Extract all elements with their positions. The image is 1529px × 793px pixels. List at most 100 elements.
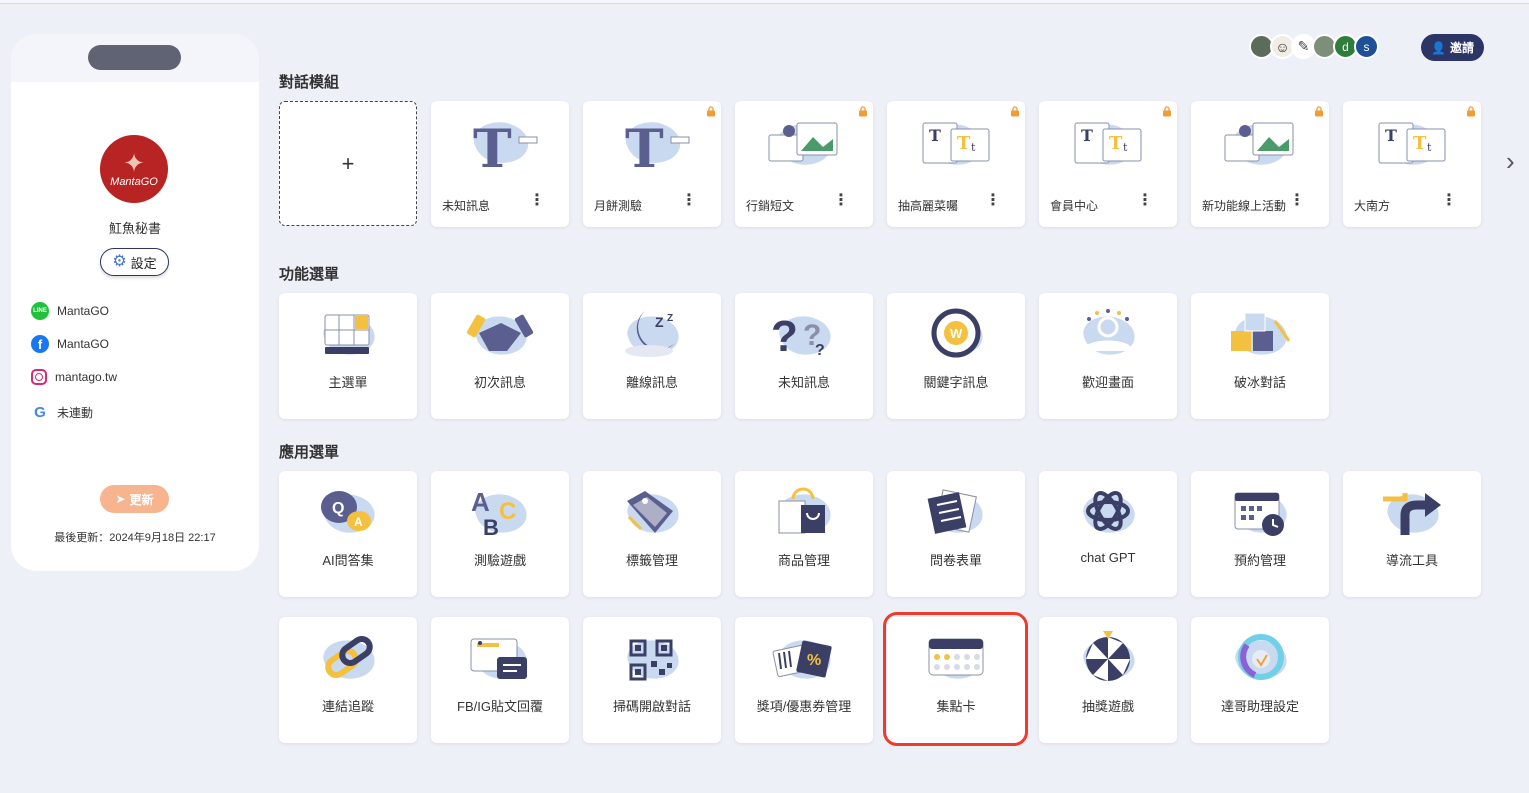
module-card[interactable]: T T t 會員中心 ⋮ [1039, 101, 1177, 227]
card-label: 歡迎畫面 [1081, 375, 1134, 390]
prize-wheel-icon [1083, 631, 1135, 681]
avatar-initial: d [1342, 39, 1349, 54]
social-label: 未連動 [57, 405, 94, 420]
more-options-icon[interactable]: ⋮ [985, 193, 1001, 209]
last-update-text: 最後更新：2024年9月18日 22:17 [54, 532, 216, 544]
invite-button[interactable]: 👤 邀請 [1421, 34, 1484, 61]
app-card-tag-management[interactable]: 標籤管理 [583, 471, 721, 597]
app-card-survey-form[interactable]: 問卷表單 [887, 471, 1025, 597]
function-card-offline-message[interactable]: Z Z 離線訊息 [583, 293, 721, 419]
phone-notch [88, 45, 181, 70]
social-instagram[interactable]: mantago.tw [31, 369, 117, 385]
section-title-app-menu: 應用選單 [279, 444, 340, 461]
add-user-icon: 👤 [1431, 40, 1446, 55]
card-label: 獎項/優惠券管理 [756, 699, 852, 714]
function-card-icebreaker[interactable]: 破冰對話 [1191, 293, 1329, 419]
shopping-bag-icon [778, 487, 831, 534]
function-card-unknown-message[interactable]: ? ? ? 未知訊息 [735, 293, 873, 419]
social-google[interactable]: G 未連動 [31, 403, 93, 421]
app-card-ai-qa[interactable]: Q A AI問答集 [279, 471, 417, 597]
app-card-qr-code-chat[interactable]: 掃碼開啟對話 [583, 617, 721, 743]
app-card-coupon-management[interactable]: % 獎項/優惠券管理 [735, 617, 873, 743]
settings-button[interactable]: ⚙ 設定 [100, 248, 169, 276]
keyword-icon: W [931, 308, 983, 358]
svg-text:T: T [1109, 133, 1123, 154]
app-card-reservation[interactable]: 預約管理 [1191, 471, 1329, 597]
selection-highlight [883, 612, 1028, 746]
function-card-first-message[interactable]: 初次訊息 [431, 293, 569, 419]
line-icon: LINE [31, 302, 49, 320]
more-options-icon[interactable]: ⋮ [681, 193, 697, 209]
more-options-icon[interactable]: ⋮ [1441, 193, 1457, 209]
welcome-icon [1083, 309, 1135, 355]
app-card-post-reply[interactable]: FB/IG貼文回覆 [431, 617, 569, 743]
svg-text:T: T [1385, 126, 1397, 145]
big-t-icon: T [473, 119, 538, 180]
app-card-lottery-game[interactable]: 抽獎遊戲 [1039, 617, 1177, 743]
social-line[interactable]: LINE MantaGO [31, 302, 109, 320]
svg-text:T: T [1413, 133, 1427, 154]
card-label: 掃碼開啟對話 [612, 699, 691, 714]
svg-text:T: T [625, 119, 664, 180]
avatar[interactable]: s [1354, 34, 1379, 59]
question-icon: ? ? ? [771, 312, 831, 361]
social-label: MantaGO [57, 304, 110, 318]
svg-text:Z: Z [667, 313, 673, 324]
chevron-right-icon[interactable]: › [1506, 148, 1526, 174]
card-label: 破冰對話 [1233, 375, 1286, 390]
svg-text:t: t [1427, 141, 1432, 154]
section-title-dialog-modules: 對話模組 [279, 74, 340, 91]
card-label: 初次訊息 [473, 375, 526, 390]
more-options-icon[interactable]: ⋮ [529, 193, 545, 209]
app-card-product-management[interactable]: 商品管理 [735, 471, 873, 597]
update-button[interactable]: ➤ 更新 [100, 485, 169, 513]
svg-text:T: T [1081, 126, 1093, 145]
module-card[interactable]: 行銷短文 ⋮ [735, 101, 873, 227]
svg-text:?: ? [815, 342, 825, 359]
card-label: 未知訊息 [777, 375, 830, 390]
app-card-assistant-settings[interactable]: 達哥助理設定 [1191, 617, 1329, 743]
svg-text:A: A [471, 487, 490, 517]
plus-icon: + [341, 150, 355, 176]
social-label: mantago.tw [55, 370, 118, 384]
social-facebook[interactable]: f MantaGO [31, 335, 109, 353]
card-label: 主選單 [328, 375, 368, 390]
app-card-quiz-game[interactable]: A B C 測驗遊戲 [431, 471, 569, 597]
post-reply-icon [470, 638, 527, 679]
card-label: 離線訊息 [625, 375, 678, 390]
more-options-icon[interactable]: ⋮ [1137, 193, 1153, 209]
svg-text:Q: Q [332, 500, 344, 517]
handshake-icon [466, 314, 534, 355]
app-card-redirect-tool[interactable]: 導流工具 [1343, 471, 1481, 597]
app-card-chat-gpt[interactable]: chat GPT [1039, 471, 1177, 597]
module-card[interactable]: T T t 大南方 ⋮ [1343, 101, 1481, 227]
more-options-icon[interactable]: ⋮ [1289, 193, 1305, 209]
function-card-welcome-screen[interactable]: 歡迎畫面 [1039, 293, 1177, 419]
svg-text:T: T [957, 133, 971, 154]
qr-code-icon [627, 639, 679, 681]
coupon-icon: % [772, 640, 832, 679]
module-card[interactable]: 新功能線上活動 ⋮ [1191, 101, 1329, 227]
text-cards-icon: T T t [1378, 122, 1446, 165]
svg-text:t: t [1123, 141, 1128, 154]
function-card-keyword-message[interactable]: W 關鍵字訊息 [887, 293, 1025, 419]
module-card[interactable]: T T t 抽高麗菜囑 ⋮ [887, 101, 1025, 227]
top-border [0, 0, 1529, 4]
card-label: 預約管理 [1233, 553, 1286, 568]
function-card-main-menu[interactable]: 主選單 [279, 293, 417, 419]
text-cards-icon: T T t [1074, 122, 1142, 165]
redirect-arrow-icon [1383, 493, 1441, 535]
app-card-link-tracking[interactable]: 連結追蹤 [279, 617, 417, 743]
sleep-moon-icon: Z Z [625, 311, 679, 357]
more-options-icon[interactable]: ⋮ [833, 193, 849, 209]
svg-text:T: T [473, 119, 512, 180]
image-cards-icon [768, 122, 838, 165]
svg-text:W: W [950, 326, 963, 341]
add-module-button[interactable]: + [279, 101, 417, 226]
link-icon [323, 635, 375, 679]
module-card[interactable]: T 月餅測驗 ⋮ [583, 101, 721, 227]
survey-icon [927, 489, 983, 534]
module-card[interactable]: T 未知訊息 ⋮ [431, 101, 569, 227]
card-label: 測驗遊戲 [473, 553, 526, 568]
send-icon: ➤ [115, 492, 126, 506]
